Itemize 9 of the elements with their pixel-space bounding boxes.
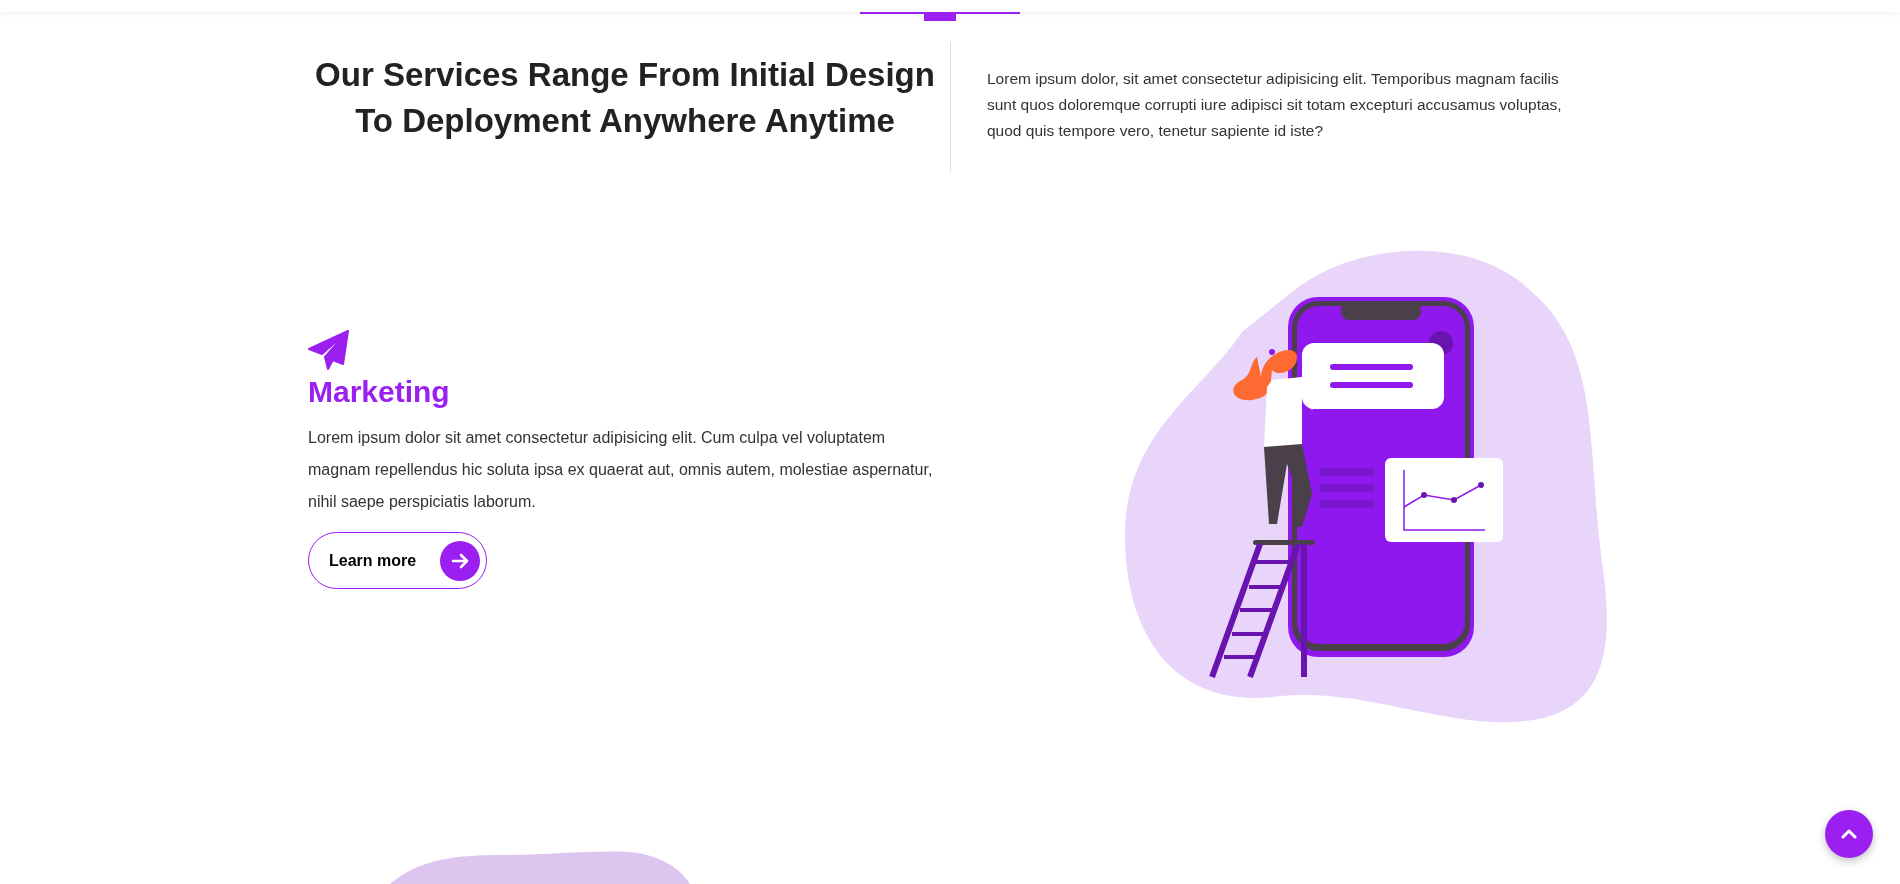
intro-paragraph: Lorem ipsum dolor, sit amet consectetur adipisicing elit. Temporibus magnam facilis sunt quos doloremque corrupti iure adipisci sit totam excepturi accusamus voluptas, quod quis tempore vero, tenetur sapiente id iste? xyxy=(987,69,1563,141)
service-title: Marketing xyxy=(308,374,451,410)
chevron-up-icon xyxy=(1841,828,1857,840)
service-description: Lorem ipsum dolor sit amet consectetur adipisicing elit. Cum culpa vel voluptatem magnam repellendus hic soluta ipsa ex quaerat aut, omnis autem, molestiae aspernatur, nihil saepe perspiciatis laborum. xyxy=(308,428,934,512)
paper-plane-icon xyxy=(308,330,350,370)
section-heading: Our Services Range From Initial Design To Deployment Anywhere Anytime xyxy=(314,55,936,141)
learn-more-button[interactable]: Learn more xyxy=(308,532,488,589)
scroll-to-top-button[interactable] xyxy=(1825,810,1873,858)
arrow-right-icon xyxy=(440,540,481,581)
